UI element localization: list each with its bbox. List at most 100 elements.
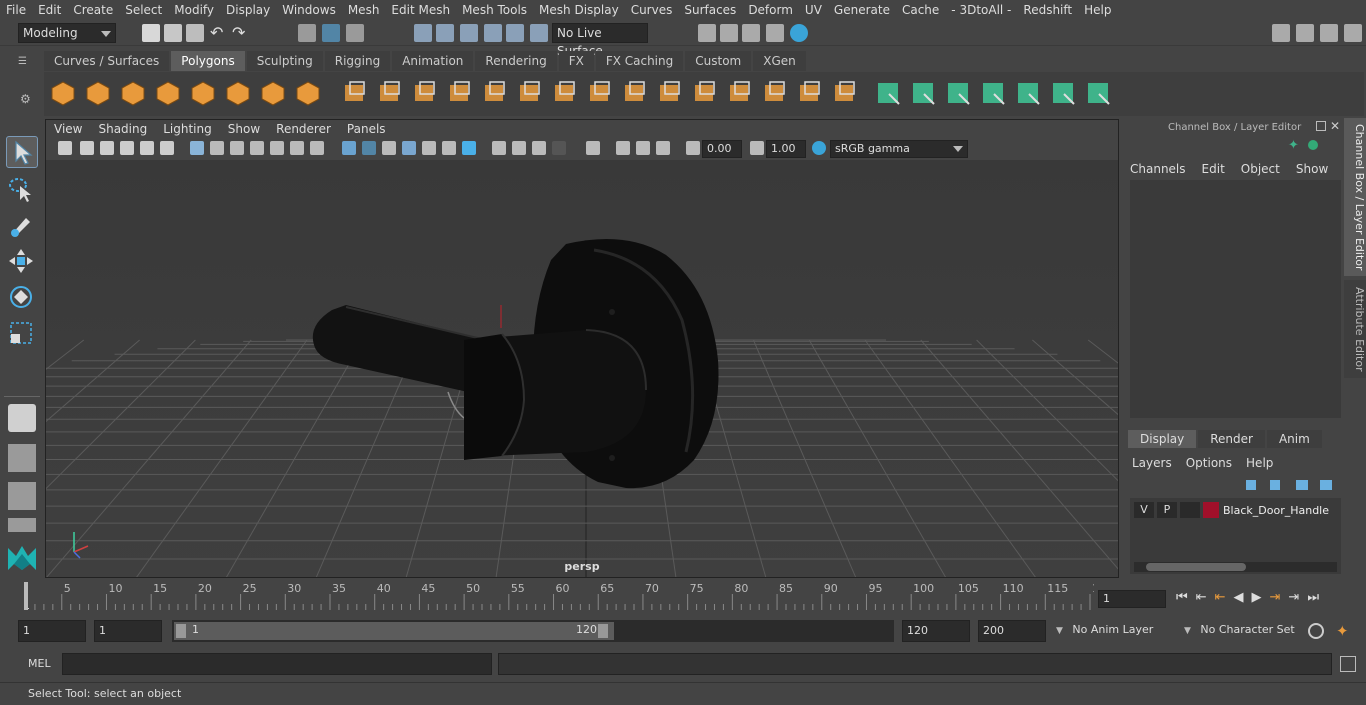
range-end-grip[interactable]: [598, 624, 608, 638]
play-forwards-icon[interactable]: ▶: [1252, 590, 1270, 605]
select-hierarchy-icon[interactable]: [298, 24, 316, 42]
tool-settings-icon[interactable]: [1320, 24, 1338, 42]
render-frame-icon[interactable]: [720, 24, 738, 42]
menu-modify[interactable]: Modify: [168, 0, 220, 20]
menu-create[interactable]: Create: [67, 0, 119, 20]
undo-icon[interactable]: ↶: [210, 24, 228, 42]
layer-tab-anim[interactable]: Anim: [1266, 430, 1322, 448]
select-component-icon[interactable]: [346, 24, 364, 42]
append-icon[interactable]: [762, 80, 788, 106]
viewport-menu-show[interactable]: Show: [220, 120, 268, 138]
insert-edge-loop-icon[interactable]: [657, 80, 683, 106]
playhead[interactable]: [24, 582, 28, 610]
open-scene-icon[interactable]: [164, 24, 182, 42]
backface-culling-icon[interactable]: [656, 141, 670, 155]
exposure-field[interactable]: 0.00: [702, 140, 742, 158]
menu-3dtoall[interactable]: - 3DtoAll -: [945, 0, 1017, 20]
layer-menu-options[interactable]: Options: [1186, 456, 1232, 470]
menu-deform[interactable]: Deform: [742, 0, 799, 20]
save-scene-icon[interactable]: [186, 24, 204, 42]
layer-tab-render[interactable]: Render: [1198, 430, 1265, 448]
scene-end-field[interactable]: 200: [978, 620, 1046, 642]
gamma-icon[interactable]: [750, 141, 764, 155]
live-surface-field[interactable]: No Live Surface: [552, 23, 648, 58]
shelf-menu-icon[interactable]: ☰: [18, 56, 34, 67]
viewport-menu-view[interactable]: View: [46, 120, 90, 138]
move-layer-up-icon[interactable]: [1246, 480, 1256, 490]
film-gate-icon[interactable]: [210, 141, 224, 155]
channel-box-menu-channels[interactable]: Channels: [1130, 162, 1186, 176]
scene-3d[interactable]: [46, 160, 1118, 577]
channel-box-toggle-icon[interactable]: [1344, 24, 1362, 42]
viewport-menu-lighting[interactable]: Lighting: [155, 120, 220, 138]
render-view-icon[interactable]: [698, 24, 716, 42]
boolean-icon[interactable]: [832, 80, 858, 106]
hypershade-icon[interactable]: [790, 24, 808, 42]
poly-pipe-icon[interactable]: [295, 80, 321, 106]
bookmarks-icon[interactable]: [100, 141, 114, 155]
gamma-field[interactable]: 1.00: [766, 140, 806, 158]
redo-icon[interactable]: ↷: [232, 24, 250, 42]
channel-filter-icon[interactable]: ✦: [1288, 138, 1302, 153]
poly-sphere-icon[interactable]: [50, 80, 76, 106]
channel-box-menu-edit[interactable]: Edit: [1202, 162, 1225, 176]
viewport-panel[interactable]: View Shading Lighting Show Renderer Panels 0.…: [45, 119, 1119, 578]
use-all-lights-icon[interactable]: [442, 141, 456, 155]
shelf-settings-gear-icon[interactable]: ⚙: [20, 92, 34, 106]
step-back-key-icon[interactable]: ⇤: [1215, 590, 1234, 605]
extract-icon[interactable]: [482, 80, 508, 106]
close-icon[interactable]: ✕: [1330, 119, 1340, 133]
range-slider-track[interactable]: 1 120: [172, 620, 894, 642]
uv-editor-icon[interactable]: [1085, 80, 1111, 106]
layer-display-type-toggle[interactable]: [1180, 502, 1200, 518]
smooth-icon[interactable]: [447, 80, 473, 106]
shelf-tab-animation[interactable]: Animation: [392, 51, 474, 71]
poly-pyramid-icon[interactable]: [260, 80, 286, 106]
image-plane-icon[interactable]: [120, 141, 134, 155]
menu-display[interactable]: Display: [220, 0, 276, 20]
snap-live-icon[interactable]: [530, 24, 548, 42]
screen-space-ao-icon[interactable]: [492, 141, 506, 155]
bevel-icon[interactable]: [517, 80, 543, 106]
xray-icon[interactable]: [422, 141, 436, 155]
layer-list-scrollbar[interactable]: [1134, 562, 1337, 572]
playback-end-field[interactable]: 120: [902, 620, 970, 642]
snap-surface-icon[interactable]: [506, 24, 524, 42]
menu-edit[interactable]: Edit: [32, 0, 67, 20]
poly-cylinder-icon[interactable]: [120, 80, 146, 106]
grid-toggle-icon[interactable]: [190, 141, 204, 155]
scene-start-field[interactable]: 1: [18, 620, 86, 642]
motion-blur-icon[interactable]: [512, 141, 526, 155]
layer-tab-display[interactable]: Display: [1128, 430, 1197, 448]
step-forward-key-icon[interactable]: ⇥: [1270, 590, 1289, 605]
rotate-tool-icon[interactable]: [6, 282, 38, 314]
menu-edit-mesh[interactable]: Edit Mesh: [385, 0, 456, 20]
poly-plane-icon[interactable]: [190, 80, 216, 106]
depth-of-field-icon[interactable]: [552, 141, 566, 155]
go-to-start-icon[interactable]: ⏮: [1176, 590, 1196, 605]
sync-icon[interactable]: [1308, 140, 1318, 150]
mirror-icon[interactable]: [412, 80, 438, 106]
layer-row[interactable]: V P Black_Door_Handle: [1134, 500, 1337, 520]
menu-mesh[interactable]: Mesh: [342, 0, 386, 20]
animation-preferences-icon[interactable]: ✦: [1336, 622, 1349, 640]
scale-tool-icon[interactable]: [6, 318, 38, 350]
layer-playback-toggle[interactable]: P: [1157, 502, 1177, 518]
menu-select[interactable]: Select: [119, 0, 168, 20]
shelf-tab-custom[interactable]: Custom: [685, 51, 752, 71]
layer-visibility-toggle[interactable]: V: [1134, 502, 1154, 518]
step-forward-frame-icon[interactable]: ⇥: [1288, 590, 1307, 605]
new-layer-selected-icon[interactable]: [1320, 480, 1332, 490]
layer-list-scrollbar-thumb[interactable]: [1146, 563, 1246, 571]
time-slider[interactable]: 5 10 15 20 25 30 35 40 45 50 55 60 65 70 75 80 85 90 95 100…: [0, 580, 1366, 614]
select-camera-icon[interactable]: [58, 141, 72, 155]
menu-cache[interactable]: Cache: [896, 0, 945, 20]
attribute-editor-side-tab[interactable]: Attribute Editor: [1344, 280, 1366, 378]
step-back-frame-icon[interactable]: ⇤: [1196, 590, 1215, 605]
menu-windows[interactable]: Windows: [276, 0, 342, 20]
shelf-tab-fx[interactable]: FX: [558, 51, 594, 71]
lasso-tool-icon[interactable]: [6, 174, 38, 206]
resolution-gate-icon[interactable]: [230, 141, 244, 155]
playback-start-field[interactable]: 1: [94, 620, 162, 642]
shelf-tab-curves-surfaces[interactable]: Curves / Surfaces: [44, 51, 170, 71]
